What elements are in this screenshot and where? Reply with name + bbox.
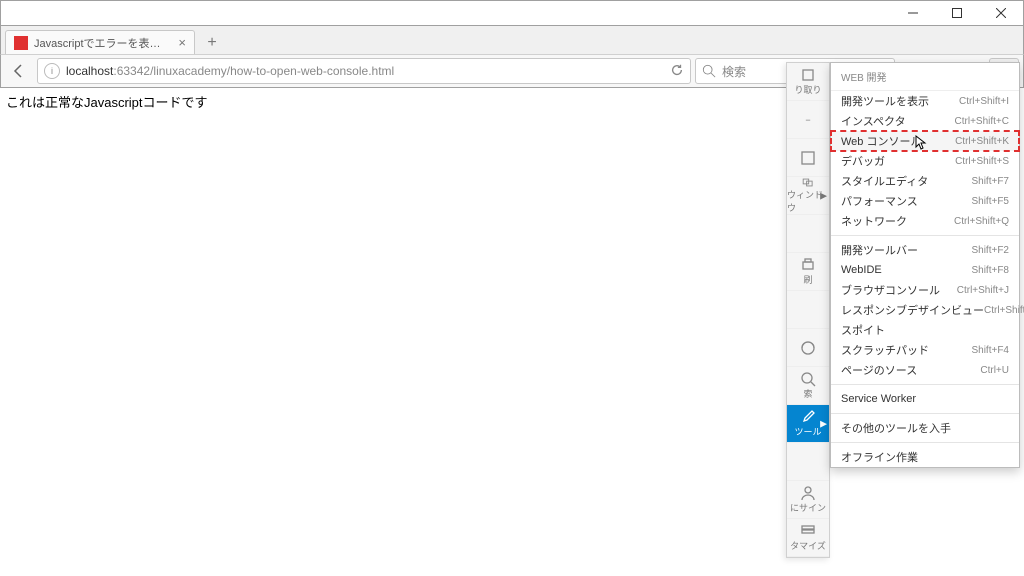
window-close-button[interactable]: [979, 1, 1023, 25]
url-bar[interactable]: i localhost:63342/linuxacademy/how-to-op…: [37, 58, 691, 84]
menu-item-shortcut: Ctrl+Shift+I: [959, 96, 1009, 107]
menu-item-label: 開発ツールを表示: [841, 93, 929, 109]
menu-item-label: スタイルエディタ: [841, 173, 928, 189]
menu-item[interactable]: インスペクタ Ctrl+Shift+C: [831, 111, 1019, 131]
menu-item[interactable]: レスポンシブデザインビューCtrl+Shift+M: [831, 300, 1019, 320]
reload-button[interactable]: [670, 63, 684, 80]
menu-item-label: Service Worker: [841, 393, 916, 405]
menu-item[interactable]: [787, 215, 829, 253]
menu-item-label: ページのソース: [841, 362, 917, 378]
menu-item-label: スクラッチパッド: [841, 342, 929, 358]
menu-item[interactable]: 開発ツールバー Shift+F2: [831, 240, 1019, 260]
menu-item-shortcut: Ctrl+Shift+K: [955, 136, 1009, 147]
menu-item-shortcut: Ctrl+Shift+Q: [954, 216, 1009, 227]
menu-item-developer[interactable]: ツール▶: [787, 405, 829, 443]
menu-item-shortcut: Shift+F8: [971, 265, 1009, 276]
menu-item[interactable]: デバッガ Ctrl+Shift+S: [831, 151, 1019, 171]
menu-item[interactable]: ネットワーク Ctrl+Shift+Q: [831, 211, 1019, 231]
menu-item[interactable]: [787, 329, 829, 367]
menu-item[interactable]: にサイン: [787, 481, 829, 519]
identity-icon[interactable]: i: [44, 63, 60, 79]
primary-menu-panel[interactable]: り取り− ウィンドウ▶ 刷索ツール▶ にサインタマイズ: [786, 62, 830, 558]
menu-item-label: 開発ツールバー: [841, 242, 918, 258]
menu-item[interactable]: スポイト: [831, 320, 1019, 340]
menu-item[interactable]: ブラウザコンソール Ctrl+Shift+J: [831, 280, 1019, 300]
menu-item[interactable]: パフォーマンス Shift+F5: [831, 191, 1019, 211]
menu-item-shortcut: Ctrl+Shift+S: [955, 156, 1009, 167]
menu-item-label: インスペクタ: [841, 113, 906, 129]
menu-item[interactable]: [787, 139, 829, 177]
window-maximize-button[interactable]: [935, 1, 979, 25]
menu-item-label: ブラウザコンソール: [841, 282, 940, 298]
menu-item[interactable]: ページのソース Ctrl+U: [831, 360, 1019, 380]
menu-item[interactable]: WebIDE Shift+F8: [831, 260, 1019, 280]
menu-item[interactable]: 開発ツールを表示 Ctrl+Shift+I: [831, 91, 1019, 111]
menu-item-shortcut: Ctrl+Shift+J: [957, 285, 1009, 296]
url-host: localhost: [66, 64, 113, 78]
menu-item[interactable]: その他のツールを入手: [831, 418, 1019, 438]
menu-item-shortcut: Ctrl+U: [980, 365, 1009, 376]
window-minimize-button[interactable]: [891, 1, 935, 25]
menu-item-shortcut: Shift+F2: [971, 245, 1009, 256]
tab-strip: Javascriptでエラーを表示する... × +: [0, 26, 1024, 54]
menu-item-shortcut: Shift+F7: [971, 176, 1009, 187]
menu-item[interactable]: Service Worker: [831, 389, 1019, 409]
menu-item-web-console[interactable]: Web コンソール Ctrl+Shift+K: [831, 131, 1019, 151]
new-tab-button[interactable]: +: [199, 32, 225, 54]
menu-item[interactable]: スタイルエディタ Shift+F7: [831, 171, 1019, 191]
menu-item-label: オフライン作業: [841, 449, 918, 465]
search-icon: [702, 64, 716, 78]
menu-item-shortcut: Shift+F5: [971, 196, 1009, 207]
menu-item[interactable]: オフライン作業: [831, 447, 1019, 467]
menu-item-label: その他のツールを入手: [841, 420, 951, 436]
menu-item[interactable]: ウィンドウ▶: [787, 177, 829, 215]
menu-item[interactable]: 刷: [787, 253, 829, 291]
window-titlebar: [0, 0, 1024, 26]
back-button[interactable]: [5, 58, 33, 84]
menu-item[interactable]: り取り: [787, 63, 829, 101]
menu-item-label: WebIDE: [841, 264, 882, 276]
menu-item-shortcut: Ctrl+Shift+C: [955, 116, 1009, 127]
menu-separator: [831, 413, 1019, 414]
menu-item-shortcut: Shift+F4: [971, 345, 1009, 356]
menu-item-label: スポイト: [841, 322, 885, 338]
menu-item[interactable]: タマイズ: [787, 519, 829, 557]
titlebar-spacer: [1, 1, 891, 25]
menu-item[interactable]: [787, 291, 829, 329]
tab-close-button[interactable]: ×: [178, 35, 186, 50]
page-body-text: これは正常なJavascriptコードです: [6, 95, 208, 110]
menu-item-label: デバッガ: [841, 153, 885, 169]
menu-separator: [831, 442, 1019, 443]
menu-item-label: Web コンソール: [841, 133, 921, 149]
url-path: :63342/linuxacademy/how-to-open-web-cons…: [113, 64, 394, 78]
menu-separator: [831, 384, 1019, 385]
favicon-icon: [14, 36, 28, 50]
browser-tab[interactable]: Javascriptでエラーを表示する... ×: [5, 30, 195, 54]
menu-item-shortcut: Ctrl+Shift+M: [984, 305, 1024, 316]
web-developer-submenu: WEB 開発 開発ツールを表示 Ctrl+Shift+I インスペクタ Ctrl+Sh…: [830, 62, 1020, 468]
menu-item-label: ネットワーク: [841, 213, 907, 229]
menu-item[interactable]: 索: [787, 367, 829, 405]
mouse-cursor-icon: [915, 135, 927, 151]
menu-item[interactable]: −: [787, 101, 829, 139]
menu-item[interactable]: スクラッチパッド Shift+F4: [831, 340, 1019, 360]
menu-item-label: パフォーマンス: [841, 193, 918, 209]
menu-separator: [831, 235, 1019, 236]
submenu-header: WEB 開発: [831, 63, 1019, 91]
menu-item[interactable]: [787, 443, 829, 481]
menu-item-label: レスポンシブデザインビュー: [841, 302, 984, 318]
search-placeholder: 検索: [722, 63, 746, 80]
tab-title: Javascriptでエラーを表示する...: [34, 35, 170, 51]
